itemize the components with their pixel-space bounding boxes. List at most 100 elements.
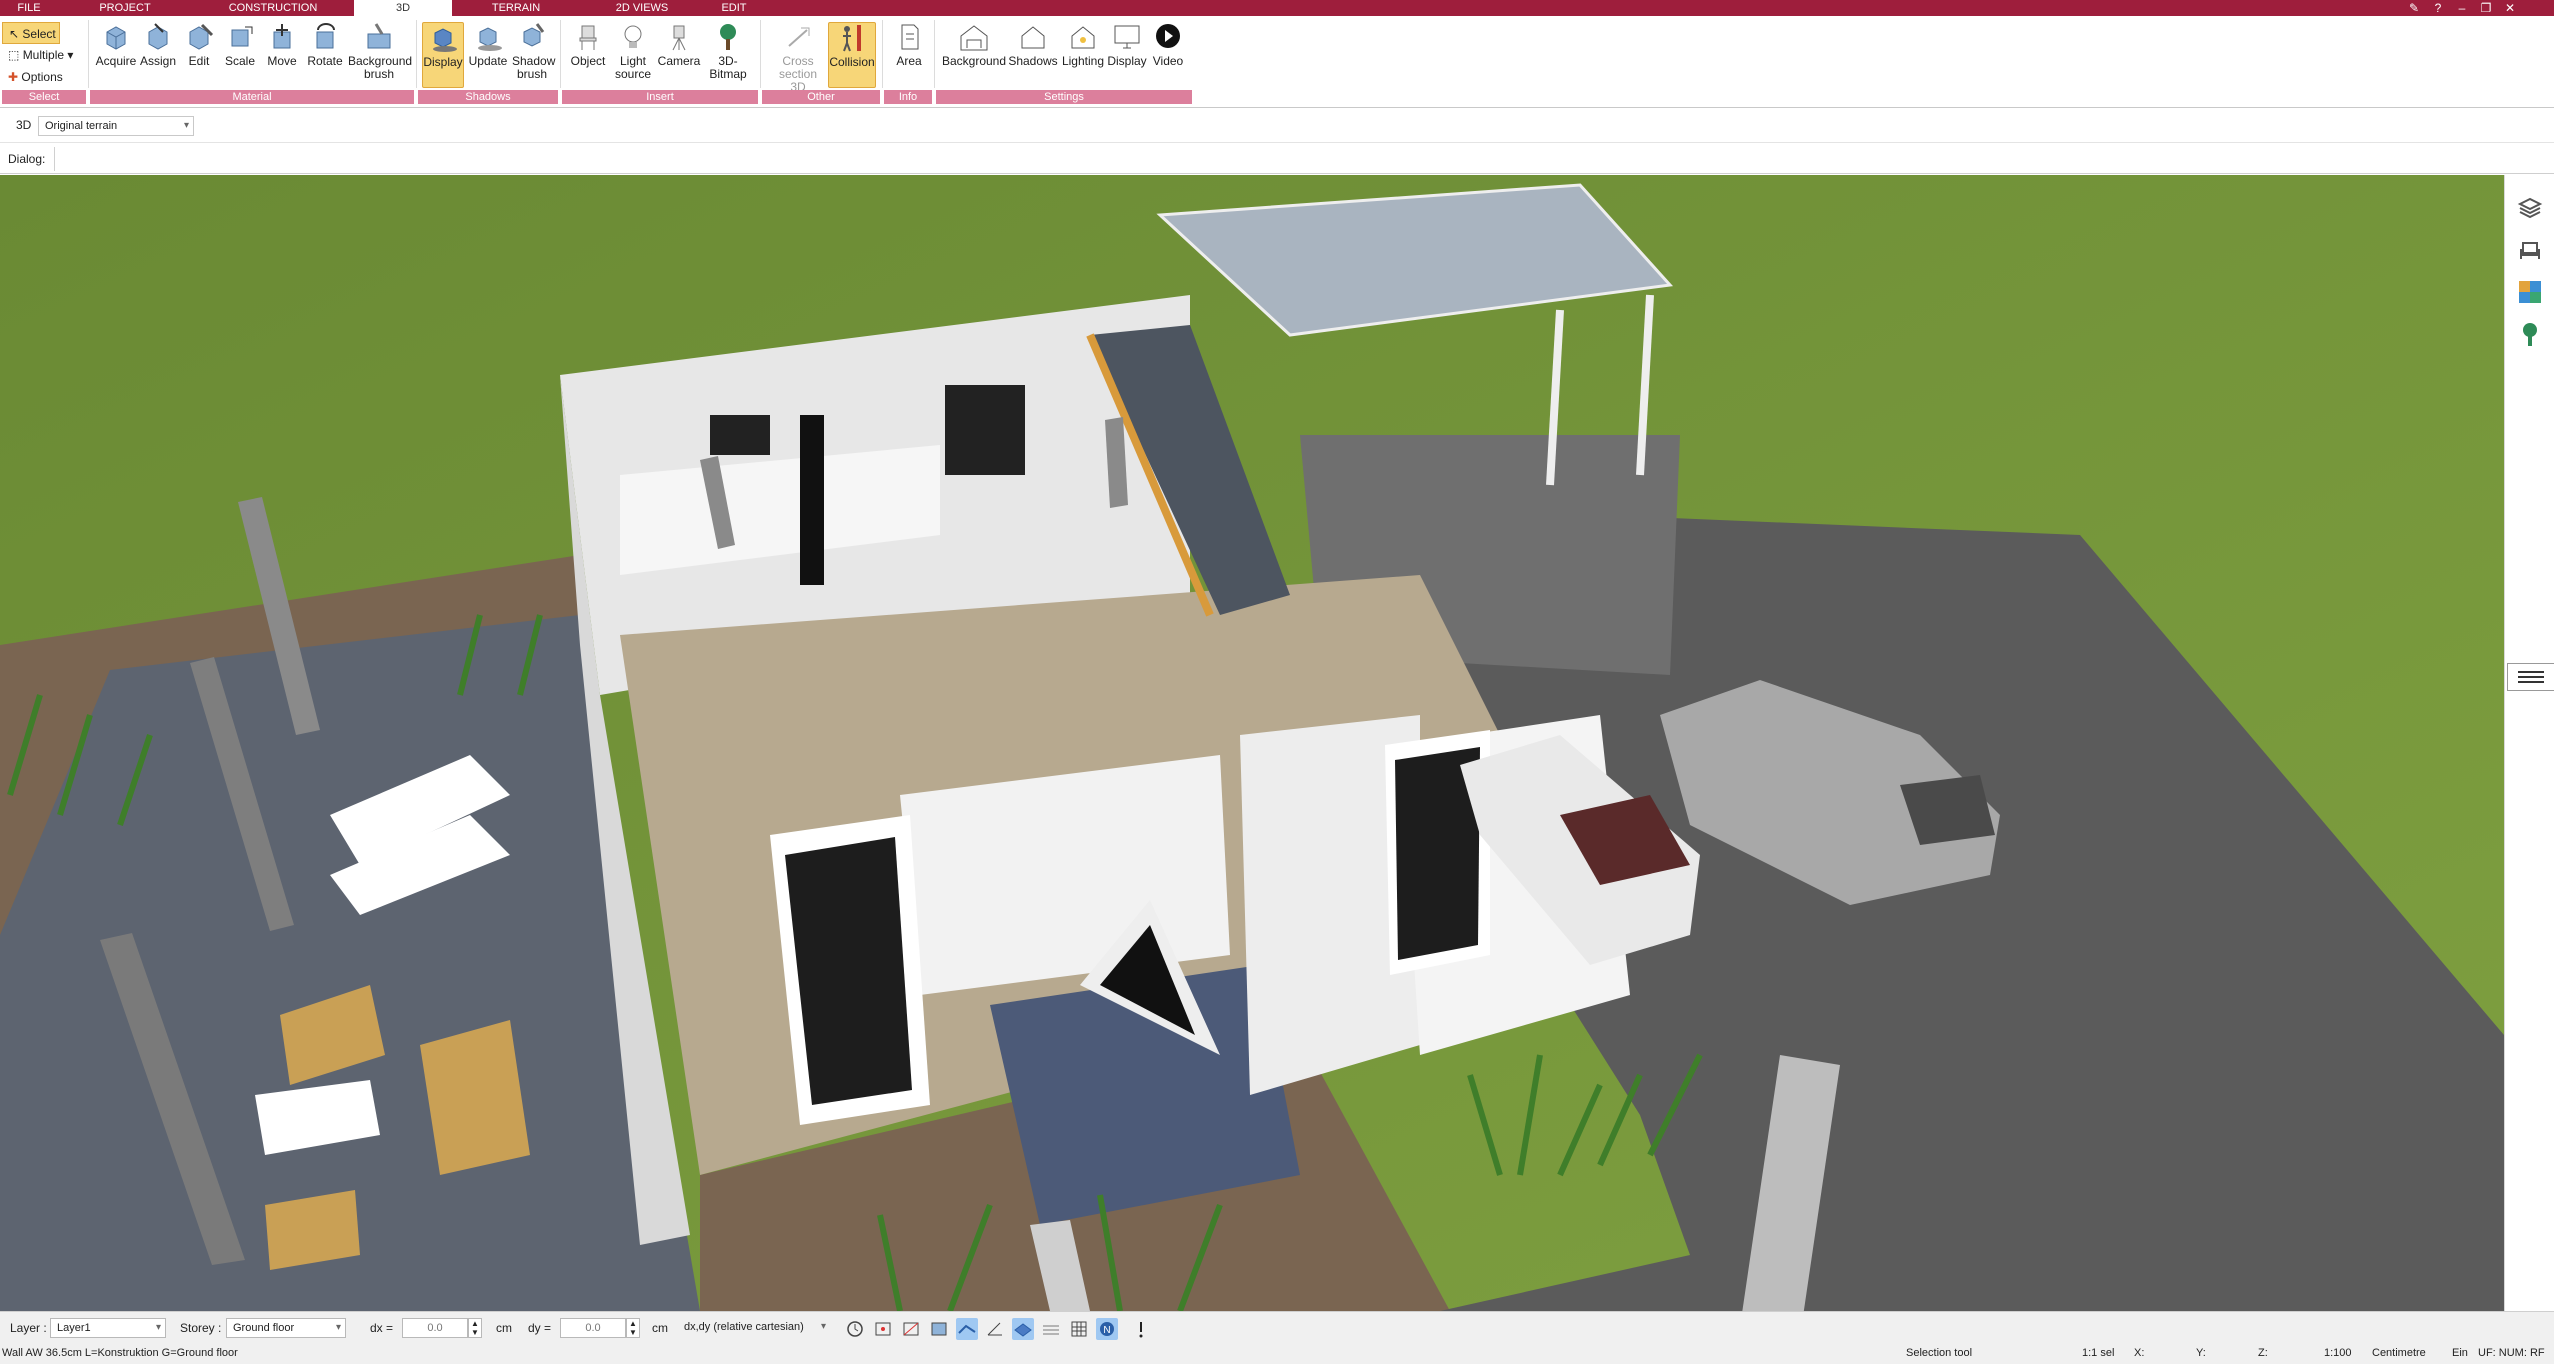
select-tool-button[interactable]: ↖ Select [2, 22, 60, 44]
close-icon[interactable]: ✕ [2500, 0, 2520, 16]
tab-3d[interactable]: 3D [354, 0, 452, 16]
restore-icon[interactable]: ❐ [2476, 0, 2496, 16]
coordinate-mode-select[interactable]: dx,dy (relative cartesian) [680, 1318, 830, 1338]
select-group: ↖ Select ⬚ Multiple ▾ ✚ Options [2, 22, 90, 88]
dialog-bar: Dialog: [0, 144, 2554, 174]
group-label-select: Select [2, 90, 86, 104]
storey-select[interactable]: Ground floor [226, 1318, 346, 1338]
shadows-display-label: Display [423, 55, 463, 69]
multiple-button[interactable]: ⬚ Multiple ▾ [2, 44, 90, 66]
scale-button[interactable]: Scale [220, 22, 260, 68]
background-brush-button[interactable]: Background brush [348, 22, 412, 81]
tree-icon [720, 24, 736, 50]
dx-spinner[interactable]: ▲ ▼ [468, 1318, 482, 1338]
armchair-icon[interactable] [2517, 237, 2543, 263]
assign-button[interactable]: Assign [138, 22, 178, 68]
cross-section-3d-button[interactable]: Cross section 3D [770, 22, 826, 94]
tools-icon[interactable]: ✎ [2404, 0, 2424, 16]
grid-snap-icon[interactable] [872, 1318, 894, 1340]
group-label-info: Info [884, 90, 932, 104]
acquire-button[interactable]: Acquire [94, 22, 138, 68]
shadows-update-button[interactable]: Update [466, 22, 510, 68]
plane-snap-icon[interactable] [1012, 1318, 1034, 1340]
edit-label: Edit [188, 54, 210, 68]
view-toolbar: 3D Original terrain [0, 109, 2554, 143]
separator [88, 20, 89, 88]
dx-unit: cm [496, 1321, 512, 1335]
edit-material-button[interactable]: Edit [180, 22, 218, 68]
scale-icon [231, 26, 253, 47]
shadows-label: Shadows [1008, 54, 1058, 68]
layers-icon[interactable] [2517, 195, 2543, 221]
ein-indicator: Ein [2452, 1347, 2468, 1359]
eyedropper-cube-icon [106, 26, 126, 50]
materials-icon[interactable] [2517, 279, 2543, 305]
angle-snap-icon[interactable] [984, 1318, 1006, 1340]
status-line: Wall AW 36.5cm L=Konstruktion G=Ground f… [0, 1343, 2554, 1364]
dy-spinner[interactable]: ▲ ▼ [626, 1318, 640, 1338]
grid-icon[interactable] [1068, 1318, 1090, 1340]
minimize-icon[interactable]: – [2452, 0, 2472, 16]
plus-icon: ✚ [8, 70, 19, 84]
object-snap-icon[interactable] [928, 1318, 950, 1340]
tab-file[interactable]: FILE [0, 0, 58, 16]
cross-section-icon [788, 27, 810, 47]
settings-background-button[interactable]: Background [940, 22, 1008, 68]
area-button[interactable]: Area [888, 22, 930, 68]
selection-count: 1:1 sel [2082, 1347, 2115, 1359]
panel-toggle-handle[interactable] [2507, 663, 2554, 691]
chimney-flue [800, 415, 824, 585]
dx-label: dx = [370, 1321, 394, 1335]
settings-shadows-button[interactable]: Shadows [1008, 22, 1058, 68]
move-icon [273, 24, 291, 49]
tab-project[interactable]: PROJECT [58, 0, 192, 16]
3d-viewport[interactable] [0, 175, 2504, 1311]
light-source-button[interactable]: Light source [610, 22, 656, 81]
tab-terrain[interactable]: TERRAIN [452, 0, 580, 16]
tab-construction[interactable]: CONSTRUCTION [192, 0, 354, 16]
dy-input[interactable]: 0.0 [560, 1318, 626, 1338]
info-exclamation-icon[interactable] [1130, 1318, 1152, 1340]
collision-button[interactable]: Collision [828, 22, 876, 88]
terrain-select[interactable]: Original terrain [38, 116, 194, 136]
shadow-display-icon [433, 28, 457, 52]
right-sidebar [2504, 175, 2554, 1311]
house-shadow-icon [1021, 26, 1045, 49]
video-button[interactable]: Video [1148, 22, 1188, 68]
layer-select[interactable]: Layer1 [50, 1318, 166, 1338]
video-label: Video [1152, 54, 1184, 68]
scale-label: Scale [224, 54, 256, 68]
options-button[interactable]: ✚ Options [2, 66, 90, 88]
move-button[interactable]: Move [262, 22, 302, 68]
insert-object-button[interactable]: Object [566, 22, 610, 68]
object-label: Object [570, 54, 606, 68]
rotate-icon [316, 23, 335, 49]
shadow-brush-button[interactable]: Shadow brush [512, 22, 555, 81]
settings-display-button[interactable]: Display [1106, 22, 1148, 68]
snap-point-icon[interactable] [900, 1318, 922, 1340]
clock-icon[interactable] [844, 1318, 866, 1340]
3d-bitmap-button[interactable]: 3D-Bitmap [702, 22, 754, 81]
plants-icon[interactable] [2517, 321, 2543, 347]
tab-2d-views[interactable]: 2D VIEWS [580, 0, 704, 16]
hamburger-icon [2518, 671, 2544, 683]
camera-label: Camera [657, 54, 701, 68]
shadows-display-button[interactable]: Display [422, 22, 464, 88]
help-icon[interactable]: ? [2428, 0, 2448, 16]
dx-input[interactable]: 0.0 [402, 1318, 468, 1338]
cross-section-label: Cross section 3D [778, 54, 818, 94]
status-bar: Layer : Layer1 Storey : Ground floor dx … [0, 1311, 2554, 1343]
camera-button[interactable]: Camera [656, 22, 702, 68]
tab-edit[interactable]: EDIT [704, 0, 764, 16]
north-arrow-icon[interactable]: N [1096, 1318, 1118, 1340]
terrain-select-value: Original terrain [45, 120, 118, 132]
line-snap-icon[interactable] [956, 1318, 978, 1340]
dy-unit: cm [652, 1321, 668, 1335]
background-icon [960, 25, 988, 51]
group-label-insert: Insert [562, 90, 758, 104]
svg-text:N: N [1103, 1325, 1110, 1336]
window [710, 415, 770, 455]
lighting-button[interactable]: Lighting [1058, 22, 1108, 68]
layer-visibility-icon[interactable] [1040, 1318, 1062, 1340]
rotate-button[interactable]: Rotate [304, 22, 346, 68]
